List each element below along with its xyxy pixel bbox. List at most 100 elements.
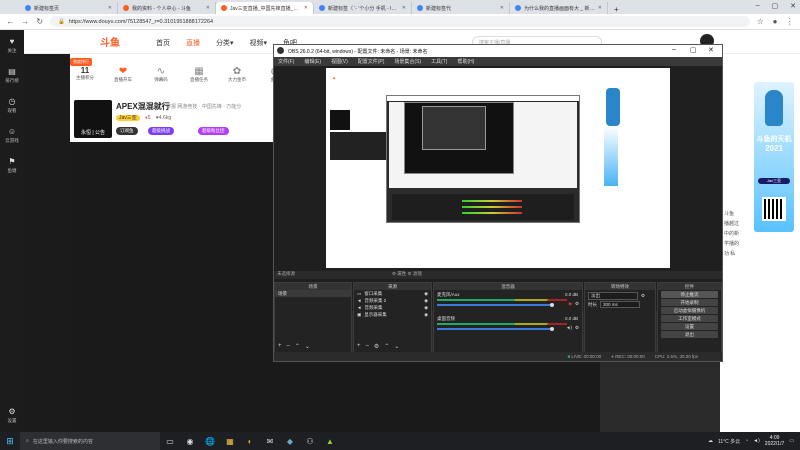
- super-challenge-button[interactable]: 超级挑战: [148, 127, 174, 135]
- close-icon[interactable]: ✕: [402, 5, 406, 11]
- left-nav-follow[interactable]: ♥ 关注: [0, 30, 24, 60]
- close-icon[interactable]: ✕: [206, 5, 210, 11]
- add-icon[interactable]: +: [357, 343, 361, 350]
- virtual-camera-button[interactable]: 启动虚拟摄像机: [661, 307, 718, 314]
- obs-taskbar-icon[interactable]: ⚇: [300, 437, 320, 446]
- menu-view[interactable]: 视图(V): [331, 58, 348, 65]
- eye-icon[interactable]: ◉: [424, 312, 431, 318]
- slider-knob[interactable]: [550, 327, 554, 331]
- eye-icon[interactable]: ◉: [424, 298, 431, 304]
- site-logo[interactable]: 斗鱼: [100, 34, 120, 49]
- cortana-icon[interactable]: ◉: [180, 437, 200, 446]
- stop-streaming-button[interactable]: 停止推流: [661, 291, 718, 298]
- taskbar-search-input[interactable]: ⌕ 在这里输入你要搜索的内容: [20, 432, 160, 450]
- feature-item[interactable]: ✿ 大力金币: [222, 66, 252, 83]
- start-recording-button[interactable]: 开始录制: [661, 299, 718, 306]
- forward-icon[interactable]: →: [21, 17, 30, 26]
- minimize-button[interactable]: –: [756, 2, 760, 10]
- remove-icon[interactable]: –: [287, 343, 290, 350]
- subscribe-button[interactable]: 订阅鱼: [116, 127, 138, 135]
- source-item[interactable]: ◄ 音频采集 ◉: [354, 304, 431, 311]
- volume-icon[interactable]: ◄): [753, 438, 760, 444]
- remove-icon[interactable]: –: [366, 343, 369, 350]
- left-nav-pond[interactable]: ⚑ 鱼塘: [0, 150, 24, 180]
- fan-club-button[interactable]: 超级粉丝团: [198, 127, 229, 135]
- file-explorer-icon[interactable]: ▦: [220, 437, 240, 446]
- nav-home[interactable]: 首页: [156, 38, 170, 48]
- gear-icon[interactable]: ⚙: [641, 293, 645, 299]
- settings-button[interactable]: 设置: [661, 323, 718, 330]
- menu-scene-collection[interactable]: 场景集合(S): [394, 58, 421, 65]
- exit-button[interactable]: 退出: [661, 331, 718, 338]
- promo-banner[interactable]: 斗鱼的天机 2021 Jav三亚: [754, 82, 794, 232]
- nav-live[interactable]: 直播: [186, 38, 200, 48]
- browser-tab[interactable]: 我的资料 - 个人中心 - 斗鱼 ✕: [118, 2, 216, 14]
- volume-slider[interactable]: [437, 328, 552, 330]
- speaker-icon[interactable]: ◄): [566, 325, 572, 330]
- source-properties-buttons[interactable]: ⚙ 属性 ⚙ 滤镜: [392, 271, 422, 277]
- left-nav-settings[interactable]: ⚙ 设置: [0, 400, 24, 430]
- menu-edit[interactable]: 编辑(E): [304, 58, 321, 65]
- url-field[interactable]: 🔒 https://www.douyu.com/75128547_r=0.3101…: [50, 16, 751, 27]
- app-icon[interactable]: ▲: [320, 437, 340, 446]
- minimize-button[interactable]: –: [672, 46, 676, 53]
- menu-tools[interactable]: 工具(T): [431, 58, 447, 65]
- browser-tab[interactable]: 新建标签页 ✕: [20, 2, 118, 14]
- streamer-id[interactable]: Jav三亚: [116, 115, 140, 121]
- back-icon[interactable]: ←: [6, 17, 15, 26]
- network-icon[interactable]: ◔: [745, 438, 748, 444]
- mail-icon[interactable]: ✉: [260, 437, 280, 446]
- notification-icon[interactable]: ▭: [789, 438, 794, 444]
- eye-icon[interactable]: ◉: [424, 305, 431, 311]
- menu-file[interactable]: 文件(F): [278, 58, 294, 65]
- up-icon[interactable]: ⌃: [295, 343, 300, 350]
- volume-slider[interactable]: [437, 304, 552, 306]
- browser-tab-active[interactable]: Jav三亚直播_中国先锋直播_斗鱼 ✕: [216, 2, 314, 14]
- close-icon[interactable]: ✕: [108, 5, 112, 11]
- left-nav-rank[interactable]: ▤ 排行榜: [0, 60, 24, 90]
- nav-video[interactable]: 视频▾: [250, 38, 268, 48]
- gear-icon[interactable]: ⚙: [575, 325, 579, 331]
- nav-category[interactable]: 分类▾: [216, 38, 234, 48]
- browser-tab[interactable]: 新建标签（ '- '个小分 手机 - lutv... ✕: [314, 2, 412, 14]
- weather-text[interactable]: 11°C 多云: [718, 438, 740, 445]
- source-item[interactable]: ▣ 显示器采集 ◉: [354, 311, 431, 318]
- streamer-avatar[interactable]: 永恒 | 公告: [74, 100, 112, 138]
- left-nav-cloudgame[interactable]: ☺ 云游戏: [0, 120, 24, 150]
- down-icon[interactable]: ⌄: [305, 343, 310, 350]
- studio-mode-button[interactable]: 工作室模式: [661, 315, 718, 322]
- muted-speaker-icon[interactable]: ◉: [568, 301, 572, 307]
- down-icon[interactable]: ⌄: [394, 343, 399, 350]
- clock[interactable]: 4:09 2022/1/7: [765, 435, 784, 447]
- browser-tab[interactable]: 新建标签代 ✕: [412, 2, 510, 14]
- add-icon[interactable]: +: [278, 343, 282, 350]
- transition-select[interactable]: 淡出: [588, 291, 638, 300]
- profile-icon[interactable]: ●: [771, 17, 780, 26]
- task-view-icon[interactable]: ▭: [160, 437, 180, 446]
- close-icon[interactable]: ✕: [500, 5, 504, 11]
- duration-input[interactable]: 300 ms: [600, 301, 640, 308]
- gear-icon[interactable]: ⚙: [575, 301, 579, 307]
- menu-help[interactable]: 帮助(H): [457, 58, 474, 65]
- browser-tab[interactable]: 为什么我的直播画面有大 _ 新建标签✕: [510, 2, 608, 14]
- source-item[interactable]: ◄ 音频采集 2 ◉: [354, 297, 431, 304]
- source-item[interactable]: ▭ 窗口采集 ◉: [354, 290, 431, 297]
- menu-icon[interactable]: ⋮: [785, 17, 794, 26]
- feature-item[interactable]: 11 主播积分: [70, 66, 100, 83]
- gear-icon[interactable]: ⚙: [374, 343, 379, 350]
- windows-start-icon[interactable]: ⊞: [0, 436, 20, 447]
- chrome-icon[interactable]: ◐: [240, 437, 260, 446]
- scene-item[interactable]: 场景: [275, 290, 351, 297]
- menu-profile[interactable]: 配置文件(P): [358, 58, 385, 65]
- feature-item[interactable]: ∿ 弹幕码: [146, 66, 176, 83]
- close-icon[interactable]: ✕: [304, 5, 308, 11]
- close-window-button[interactable]: ✕: [790, 2, 796, 10]
- close-window-button[interactable]: ✕: [708, 46, 714, 54]
- star-icon[interactable]: ☆: [756, 17, 765, 26]
- steam-icon[interactable]: ◆: [280, 437, 300, 446]
- up-icon[interactable]: ⌃: [384, 343, 389, 350]
- eye-icon[interactable]: ◉: [424, 291, 431, 297]
- feature-item[interactable]: ▦ 直播任务: [184, 66, 214, 83]
- left-nav-watch[interactable]: ◷ 观看: [0, 90, 24, 120]
- maximize-button[interactable]: ▢: [772, 2, 779, 10]
